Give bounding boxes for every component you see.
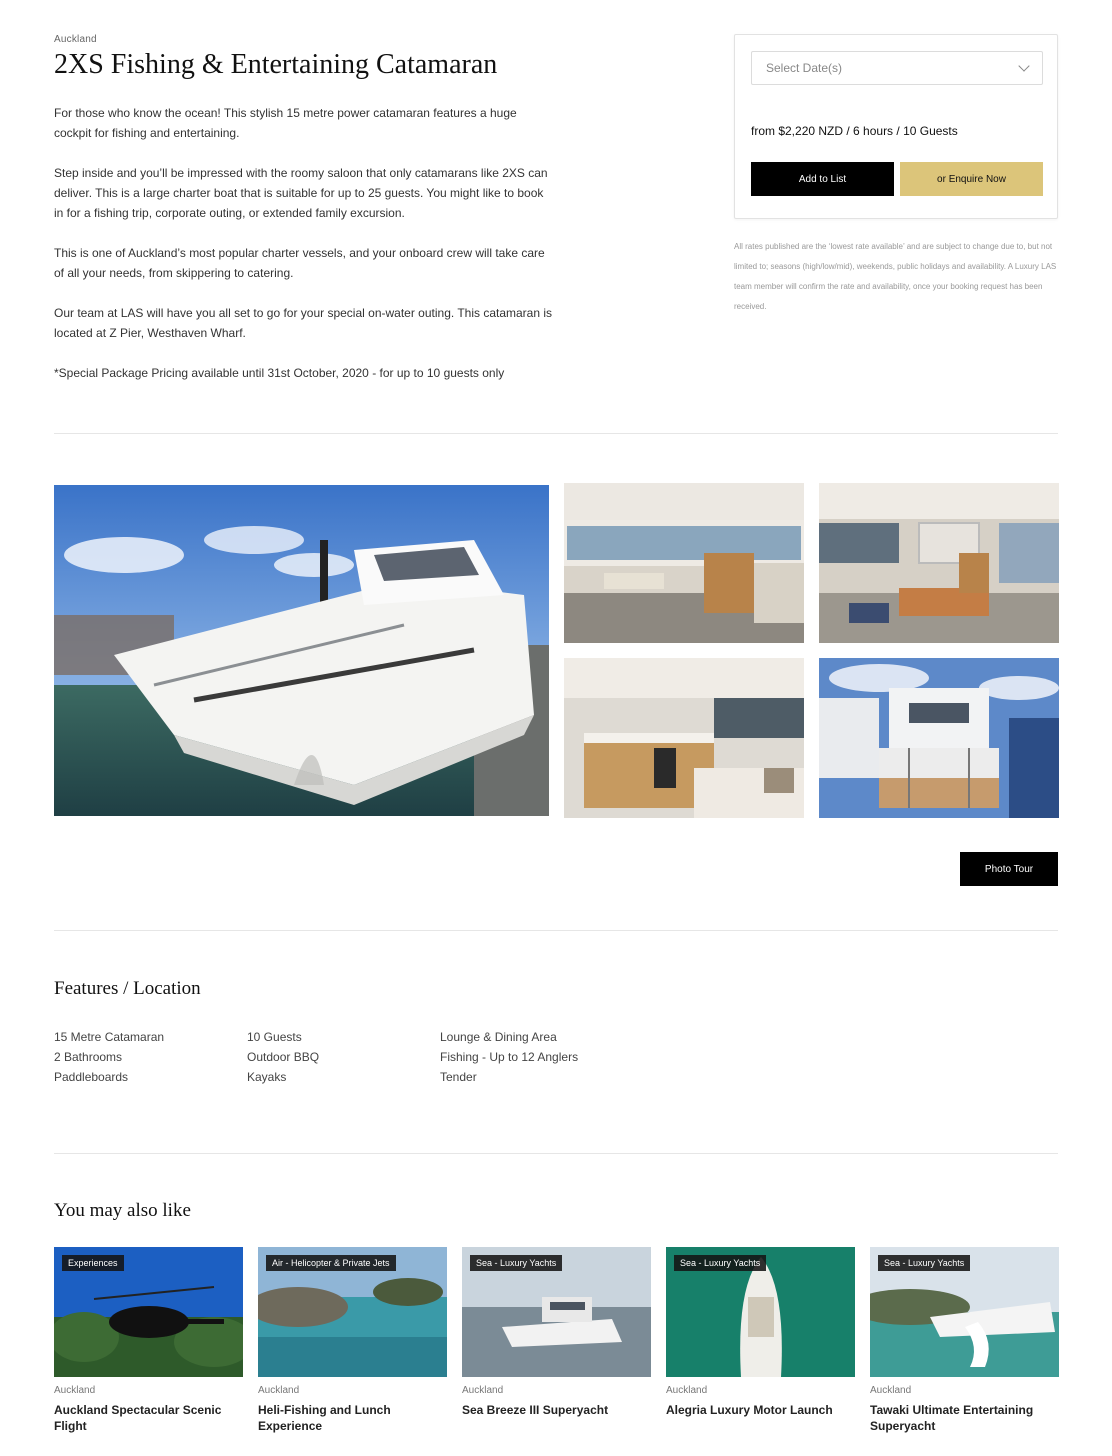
- add-to-list-button[interactable]: Add to List: [751, 162, 894, 196]
- card-image: Air - Helicopter & Private Jets: [258, 1247, 447, 1377]
- feature-item: 15 Metre Catamaran: [54, 1030, 165, 1044]
- gallery-photo-dining[interactable]: [819, 483, 1059, 643]
- feature-item: Lounge & Dining Area: [440, 1030, 557, 1044]
- feature-item: Kayaks: [247, 1070, 287, 1084]
- category-badge: Experiences: [62, 1255, 124, 1271]
- gallery-photo-cockpit[interactable]: [819, 658, 1059, 818]
- description-paragraph: *Special Package Pricing available until…: [54, 366, 505, 380]
- card-location: Auckland: [462, 1385, 504, 1396]
- photo-tour-button[interactable]: Photo Tour: [960, 852, 1058, 886]
- related-card[interactable]: Experiences Auckland Auckland Spectacula…: [54, 1247, 243, 1434]
- price-text: from $2,220 NZD / 6 hours / 10 Guests: [751, 124, 958, 138]
- description-paragraph: For those who know the ocean! This styli…: [54, 106, 517, 140]
- card-image: Experiences: [54, 1247, 243, 1377]
- features-column: 15 Metre Catamaran 2 Bathrooms Paddleboa…: [54, 1027, 164, 1087]
- related-card[interactable]: Air - Helicopter & Private Jets Auckland…: [258, 1247, 447, 1434]
- gallery-photo-main[interactable]: [54, 485, 549, 816]
- feature-item: Fishing - Up to 12 Anglers: [440, 1050, 579, 1064]
- related-card[interactable]: Sea - Luxury Yachts Auckland Tawaki Ulti…: [870, 1247, 1059, 1434]
- divider: [54, 930, 1058, 931]
- description-paragraph: This is one of Auckland’s most popular c…: [54, 246, 545, 280]
- card-title: Alegria Luxury Motor Launch: [666, 1403, 833, 1417]
- gallery-photo-galley[interactable]: [564, 658, 804, 818]
- related-card[interactable]: Sea - Luxury Yachts Auckland Alegria Lux…: [666, 1247, 855, 1418]
- feature-item: 10 Guests: [247, 1030, 302, 1044]
- card-image: Sea - Luxury Yachts: [666, 1247, 855, 1377]
- category-badge: Sea - Luxury Yachts: [878, 1255, 971, 1271]
- listing-description: For those who know the ocean! This styli…: [54, 103, 554, 383]
- gallery-photo-saloon[interactable]: [564, 483, 804, 643]
- card-title: Tawaki Ultimate Entertaining Superyacht: [870, 1403, 1034, 1433]
- page-title: 2XS Fishing & Entertaining Catamaran: [54, 49, 498, 80]
- divider: [54, 433, 1058, 434]
- card-image: Sea - Luxury Yachts: [870, 1247, 1059, 1377]
- card-title: Heli-Fishing and Lunch Experience: [258, 1403, 391, 1433]
- features-column: 10 Guests Outdoor BBQ Kayaks: [247, 1027, 319, 1087]
- card-location: Auckland: [258, 1385, 300, 1396]
- enquire-now-button[interactable]: or Enquire Now: [900, 162, 1043, 196]
- card-title: Auckland Spectacular Scenic Flight: [54, 1403, 222, 1433]
- card-location: Auckland: [666, 1385, 708, 1396]
- chevron-down-icon: [1018, 60, 1030, 72]
- feature-item: 2 Bathrooms: [54, 1050, 123, 1064]
- card-location: Auckland: [54, 1385, 96, 1396]
- feature-item: Tender: [440, 1070, 477, 1084]
- features-column: Lounge & Dining Area Fishing - Up to 12 …: [440, 1027, 578, 1087]
- listing-info: Auckland 2XS Fishing & Entertaining Cata…: [54, 34, 554, 403]
- date-select-placeholder: Select Date(s): [766, 61, 843, 75]
- category-badge: Sea - Luxury Yachts: [470, 1255, 563, 1271]
- features-heading: Features / Location: [54, 978, 201, 999]
- category-badge: Sea - Luxury Yachts: [674, 1255, 767, 1271]
- category-badge: Air - Helicopter & Private Jets: [266, 1255, 396, 1271]
- feature-item: Paddleboards: [54, 1070, 129, 1084]
- listing-location: Auckland: [54, 34, 97, 45]
- description-paragraph: Step inside and you’ll be impressed with…: [54, 166, 548, 220]
- card-image: Sea - Luxury Yachts: [462, 1247, 651, 1377]
- related-heading: You may also like: [54, 1200, 191, 1221]
- booking-card: Select Date(s) from $2,220 NZD / 6 hours…: [734, 34, 1058, 219]
- card-title: Sea Breeze III Superyacht: [462, 1403, 609, 1417]
- feature-item: Outdoor BBQ: [247, 1050, 320, 1064]
- divider: [54, 1153, 1058, 1154]
- related-card[interactable]: Sea - Luxury Yachts Auckland Sea Breeze …: [462, 1247, 651, 1418]
- description-paragraph: Our team at LAS will have you all set to…: [54, 306, 553, 340]
- rates-disclaimer: All rates published are the ‘lowest rate…: [734, 242, 1057, 311]
- card-location: Auckland: [870, 1385, 912, 1396]
- date-select[interactable]: Select Date(s): [751, 51, 1043, 85]
